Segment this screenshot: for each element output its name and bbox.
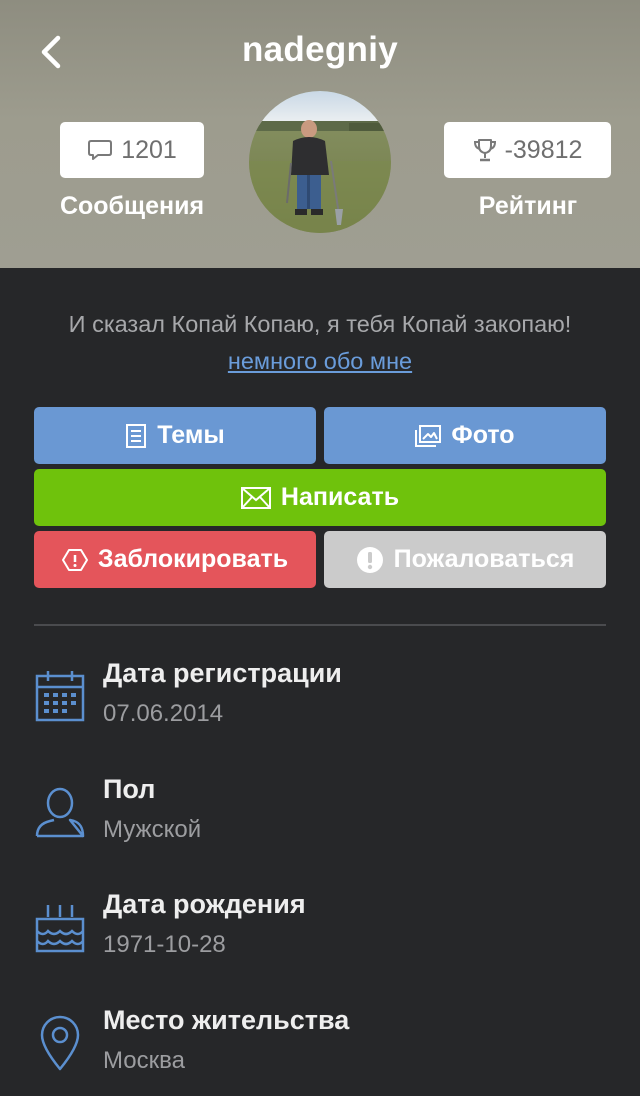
write-button-label: Написать: [280, 483, 400, 511]
location-pin-icon: [40, 1015, 80, 1071]
divider: [34, 624, 606, 626]
sex-item: Пол Мужской: [34, 774, 606, 874]
registration-date-item: Дата регистрации 07.06.2014: [34, 658, 606, 758]
block-user-button[interactable]: Заблокировать: [34, 531, 316, 588]
envelope-icon: [240, 486, 271, 509]
document-icon: [126, 423, 147, 448]
calendar-icon: [35, 671, 85, 722]
user-icon: [35, 787, 85, 838]
birth-date-label: Дата рождения: [103, 889, 306, 919]
report-button-label: Пожаловаться: [393, 545, 575, 573]
birth-date-value: 1971-10-28: [103, 931, 226, 958]
block-octagon-icon: [61, 548, 88, 571]
write-message-button[interactable]: Написать: [34, 469, 606, 526]
about-me-link[interactable]: немного обо мне: [228, 348, 412, 374]
chat-bubble-icon: [88, 140, 113, 160]
username-title: nadegniy: [241, 30, 399, 69]
registration-date-value: 07.06.2014: [103, 700, 224, 727]
messages-label: Сообщения: [59, 192, 205, 220]
sex-label: Пол: [103, 774, 156, 804]
exclamation-circle-icon: [356, 546, 383, 573]
registration-date-label: Дата регистрации: [103, 658, 342, 688]
birth-date-item: Дата рождения 1971-10-28: [34, 889, 606, 989]
messages-count-box[interactable]: 1201: [60, 122, 204, 178]
user-bio: И сказал Копай Копаю, я тебя Копай закоп…: [60, 306, 580, 380]
photo-button[interactable]: Фото: [324, 407, 606, 464]
bio-text: И сказал Копай Копаю, я тебя Копай закоп…: [68, 311, 572, 337]
photo-button-label: Фото: [451, 421, 515, 449]
rating-box[interactable]: -39812: [444, 122, 611, 178]
location-label: Место жительства: [103, 1005, 350, 1035]
profile-header: nadegniy 1201 Сообщения -39812 Рейтинг: [0, 0, 640, 268]
topics-button-label: Темы: [157, 421, 225, 449]
trophy-icon: [473, 139, 496, 162]
rating-value: -39812: [504, 135, 583, 164]
block-button-label: Заблокировать: [97, 545, 289, 573]
rating-label: Рейтинг: [478, 192, 578, 220]
avatar[interactable]: [249, 91, 391, 233]
location-value: Москва: [103, 1047, 185, 1074]
sex-value: Мужской: [103, 816, 202, 843]
report-user-button[interactable]: Пожаловаться: [324, 531, 606, 588]
image-gallery-icon: [415, 424, 442, 447]
avatar-photo: [249, 91, 391, 233]
topics-button[interactable]: Темы: [34, 407, 316, 464]
messages-count: 1201: [121, 135, 177, 164]
location-item: Место жительства Москва: [34, 1005, 606, 1096]
cake-icon: [35, 905, 85, 953]
